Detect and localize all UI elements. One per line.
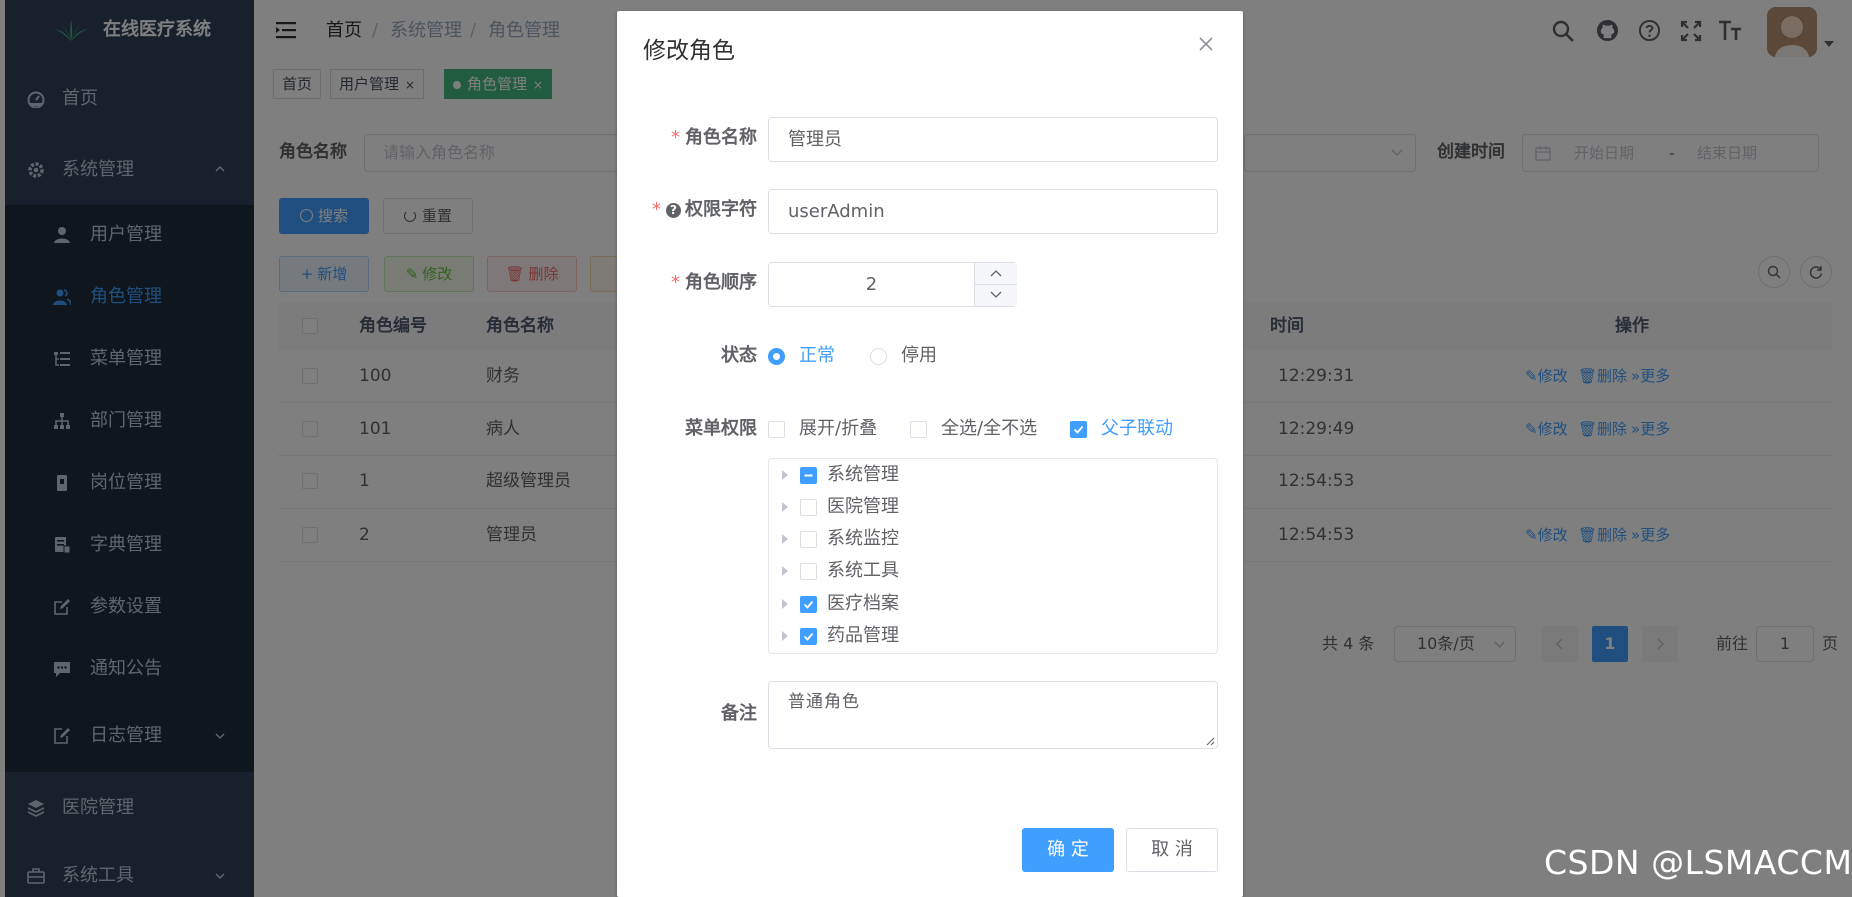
status-option-label: 停用 [901, 345, 937, 366]
resize-handle-icon[interactable] [1206, 737, 1215, 746]
role-name-label: * 角色名称 [671, 127, 757, 149]
tree-node[interactable]: 药品管理 [769, 621, 1217, 651]
remark-text: 普通角色 [788, 692, 860, 712]
minus-icon [804, 474, 813, 477]
app-root: 在线医疗系统 首页 系统管理 用户管理 角色管理 菜单管理 [0, 0, 1852, 897]
caret-right-icon[interactable] [782, 599, 788, 609]
radio-unchecked[interactable] [870, 348, 887, 365]
role-sort-stepper[interactable]: 2 [768, 262, 1017, 307]
tree-node-label: 医疗档案 [827, 593, 899, 614]
checkbox-box[interactable] [910, 421, 927, 438]
role-key-label-text: 权限字符 [685, 199, 757, 220]
tree-node[interactable]: 医疗档案 [769, 589, 1217, 619]
role-sort-label-text: 角色顺序 [685, 272, 757, 293]
cancel-button[interactable]: 取 消 [1126, 828, 1218, 872]
role-key-input[interactable]: userAdmin [768, 189, 1218, 234]
tree-node-checkbox[interactable] [800, 628, 817, 645]
role-sort-value: 2 [865, 274, 878, 295]
caret-right-icon[interactable] [782, 566, 788, 576]
confirm-button[interactable]: 确 定 [1022, 828, 1114, 872]
tree-node-label: 系统监控 [827, 528, 899, 549]
tree-node[interactable]: 医院管理 [769, 492, 1217, 522]
menu-permission-label: 菜单权限 [685, 418, 757, 439]
remark-label: 备注 [721, 703, 757, 724]
caret-right-icon[interactable] [782, 534, 788, 544]
tree-node[interactable]: 系统监控 [769, 524, 1217, 554]
role-name-label-text: 角色名称 [685, 127, 757, 148]
required-marker: * [671, 272, 680, 293]
tree-node-checkbox[interactable] [800, 499, 817, 516]
tree-node-checkbox[interactable] [800, 563, 817, 580]
dialog-title: 修改角色 [643, 38, 735, 64]
tree-node-label: 系统工具 [827, 560, 899, 581]
menu-tree: 系统管理 医院管理 系统监控 系统工具 医疗档案 药品管理 [768, 458, 1218, 654]
tree-node-checkbox[interactable] [800, 596, 817, 613]
caret-right-icon[interactable] [782, 470, 788, 480]
tree-node-label: 系统管理 [827, 464, 899, 485]
required-marker: * [652, 199, 661, 220]
checkbox-label: 展开/折叠 [799, 418, 878, 439]
tree-node-label: 医院管理 [827, 496, 899, 517]
remark-textarea[interactable]: 普通角色 [768, 681, 1218, 749]
chevron-up-icon [990, 270, 1002, 277]
tree-node-checkbox[interactable] [800, 467, 817, 484]
check-icon [803, 632, 814, 641]
checkbox-box[interactable] [768, 421, 785, 438]
required-marker: * [671, 127, 680, 148]
tree-node[interactable]: 系统管理 [769, 460, 1217, 490]
role-name-input[interactable]: 管理员 [768, 117, 1218, 162]
tree-node-label: 药品管理 [827, 625, 899, 646]
check-icon [803, 600, 814, 609]
status-option-label: 正常 [799, 345, 835, 366]
checkbox-box[interactable] [1070, 421, 1087, 438]
tree-node[interactable]: 系统工具 [769, 556, 1217, 586]
increase-button[interactable] [974, 263, 1017, 285]
close-icon[interactable] [1195, 33, 1217, 55]
decrease-button[interactable] [974, 285, 1017, 306]
check-icon [1073, 425, 1084, 434]
caret-right-icon[interactable] [782, 502, 788, 512]
caret-right-icon[interactable] [782, 631, 788, 641]
question-circle-icon[interactable]: ? [666, 203, 681, 218]
status-label: 状态 [721, 345, 757, 366]
edit-role-dialog: 修改角色 * 角色名称 管理员 *? 权限字符 userAdmin * 角色顺序 2 … [617, 11, 1243, 897]
radio-checked[interactable] [768, 348, 785, 365]
role-sort-label: * 角色顺序 [671, 272, 757, 294]
checkbox-label: 父子联动 [1101, 418, 1173, 439]
watermark-text: CSDN @LSMACCM [1544, 843, 1852, 882]
tree-node-checkbox[interactable] [800, 531, 817, 548]
chevron-down-icon [990, 291, 1002, 298]
checkbox-label: 全选/全不选 [941, 418, 1038, 439]
role-key-label: *? 权限字符 [652, 199, 757, 221]
